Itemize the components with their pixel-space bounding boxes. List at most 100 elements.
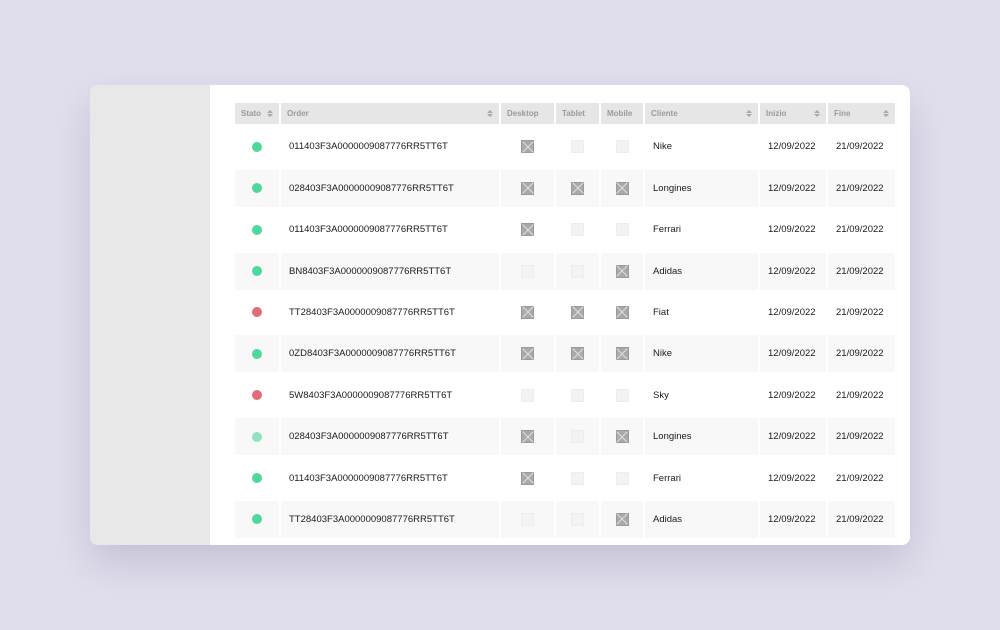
status-cell [235, 169, 279, 207]
status-dot [252, 473, 262, 484]
desktop-cell [501, 335, 554, 373]
desktop-cell [501, 460, 554, 497]
order-cell: BN8403F3A0000009087776RR5TT6T [281, 252, 499, 290]
cliente-cell: Adidas [645, 252, 758, 290]
status-dot [252, 141, 262, 152]
column-label: Fine [834, 109, 851, 118]
table-row[interactable]: 011403F3A0000009087776RR5TT6T Ferrari 12… [235, 460, 895, 497]
tablet-icon [571, 347, 584, 361]
column-label: Stato [241, 109, 261, 118]
desktop-cell [501, 418, 554, 456]
order-cell: 0ZD8403F3A0000009087776RR5TT6T [281, 335, 499, 373]
mobile-cell [601, 128, 643, 165]
tablet-icon [571, 305, 584, 319]
sort-icon[interactable] [267, 110, 273, 117]
status-cell [235, 252, 279, 290]
cliente-cell: Sky [653, 389, 669, 401]
column-label: Inizio [766, 109, 787, 118]
mobile-cell [601, 418, 643, 456]
status-cell [235, 460, 279, 497]
fine-cell: 21/09/2022 [828, 169, 895, 207]
column-label: Tablet [562, 109, 585, 118]
tablet-cell [556, 335, 599, 373]
cliente-cell: Nike [653, 141, 673, 153]
status-dot [252, 390, 262, 401]
inizio-cell: 12/09/2022 [768, 224, 816, 236]
table-row[interactable]: 028403F3A0000009087776RR5TT6T Longines 1… [235, 418, 895, 456]
status-dot [252, 431, 262, 442]
table-row[interactable]: TT28403F3A0000009087776RR5TT6T Fiat 12/0… [235, 294, 895, 331]
inizio-cell: 12/09/2022 [768, 306, 816, 318]
column-header-cliente[interactable]: Cliente [645, 103, 758, 124]
mobile-icon [615, 471, 629, 485]
status-dot [252, 514, 262, 525]
tablet-cell [556, 211, 599, 248]
desktop-icon [521, 264, 534, 278]
column-label: Order [287, 109, 309, 118]
desktop-cell [501, 294, 554, 331]
table-row[interactable]: 011403F3A0000009087776RR5TT6T Nike 12/09… [235, 128, 895, 165]
tablet-cell [556, 418, 599, 456]
fine-cell: 21/09/2022 [836, 141, 884, 153]
inizio-cell: 12/09/2022 [760, 335, 826, 373]
tablet-cell [556, 500, 599, 538]
inizio-cell: 12/09/2022 [768, 141, 816, 153]
column-header-order[interactable]: Order [281, 103, 499, 124]
desktop-cell [501, 211, 554, 248]
table-row[interactable]: BN8403F3A0000009087776RR5TT6T Adidas 12/… [235, 252, 895, 290]
cliente-cell: Longines [645, 418, 758, 456]
table-row[interactable]: 5W8403F3A0000009087776RR5TT6T Sky 12/09/… [235, 377, 895, 414]
desktop-icon [521, 388, 534, 402]
table-header: Stato Order Desktop Tablet Mobile Client… [235, 103, 895, 124]
sort-icon[interactable] [746, 110, 752, 117]
mobile-icon [615, 181, 629, 195]
tablet-icon [571, 512, 584, 526]
column-header-inizio[interactable]: Inizio [760, 103, 826, 124]
status-cell [235, 335, 279, 373]
cliente-cell: Longines [645, 169, 758, 207]
desktop-icon [521, 305, 534, 319]
order-cell: TT28403F3A0000009087776RR5TT6T [281, 500, 499, 538]
table-body: 011403F3A0000009087776RR5TT6T Nike 12/09… [235, 128, 895, 538]
tablet-cell [556, 377, 599, 414]
table-row[interactable]: 028403F3A00000009087776RR5TT6T Longines … [235, 169, 895, 207]
mobile-cell [601, 211, 643, 248]
status-dot [252, 307, 262, 318]
inizio-cell: 12/09/2022 [760, 169, 826, 207]
cliente-cell: Adidas [645, 500, 758, 538]
tablet-icon [571, 181, 584, 195]
inizio-cell: 12/09/2022 [760, 252, 826, 290]
fine-cell: 21/09/2022 [836, 389, 884, 401]
column-label: Mobile [607, 109, 633, 118]
mobile-icon [615, 140, 629, 154]
status-cell [235, 500, 279, 538]
mobile-icon [615, 264, 629, 278]
desktop-icon [521, 140, 534, 154]
order-cell: 011403F3A0000009087776RR5TT6T [289, 224, 448, 236]
order-cell: 028403F3A00000009087776RR5TT6T [281, 169, 499, 207]
table-row[interactable]: 011403F3A0000009087776RR5TT6T Ferrari 12… [235, 211, 895, 248]
sort-icon[interactable] [487, 110, 493, 117]
table-row[interactable]: TT28403F3A0000009087776RR5TT6T Adidas 12… [235, 500, 895, 538]
sort-icon[interactable] [814, 110, 820, 117]
mobile-icon [615, 305, 629, 319]
column-header-mobile: Mobile [601, 103, 643, 124]
mobile-icon [615, 347, 629, 361]
sort-icon[interactable] [883, 110, 889, 117]
sidebar [90, 85, 210, 545]
mobile-cell [601, 252, 643, 290]
column-label: Cliente [651, 109, 678, 118]
mobile-cell [601, 335, 643, 373]
order-cell: 011403F3A0000009087776RR5TT6T [289, 141, 448, 153]
status-cell [235, 377, 279, 414]
app-window: Stato Order Desktop Tablet Mobile Client… [90, 85, 910, 545]
desktop-icon [521, 347, 534, 361]
mobile-icon [615, 388, 629, 402]
column-header-tablet: Tablet [556, 103, 599, 124]
tablet-icon [571, 140, 584, 154]
table-row[interactable]: 0ZD8403F3A0000009087776RR5TT6T Nike 12/0… [235, 335, 895, 373]
status-dot [252, 348, 262, 359]
fine-cell: 21/09/2022 [828, 335, 895, 373]
column-header-stato[interactable]: Stato [235, 103, 279, 124]
column-header-fine[interactable]: Fine [828, 103, 895, 124]
